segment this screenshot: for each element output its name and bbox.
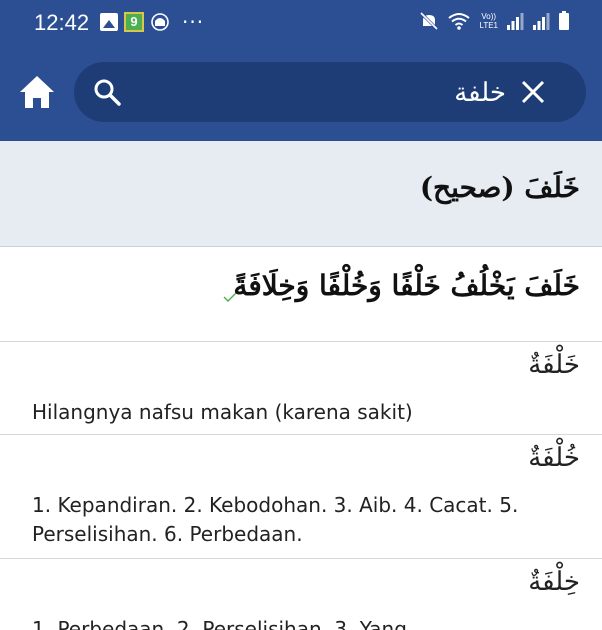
sense-word: خِلْفَةٌ: [528, 567, 580, 597]
sense-definition: 1. Kepandiran. 2. Kebodohan. 3. Aib. 4. …: [32, 493, 519, 546]
wifi-icon: [448, 13, 471, 30]
app-badge-icon: 9: [124, 12, 144, 32]
mute-icon: [420, 11, 439, 31]
status-bar: 12:42 9 ··· Vo)) LTE1: [0, 0, 602, 46]
verb-forms: خَلَفَ يَخْلُفُ خَلْفًا وَخُلْفًا وَخِلَ…: [233, 269, 580, 302]
scrollbar[interactable]: [598, 141, 602, 630]
home-icon[interactable]: [18, 74, 56, 110]
sense-definition: 1. Perbedaan. 2. Perselisihan. 3. Yang: [32, 617, 407, 630]
entry-root-label: خَلَفَ (صحيح): [419, 171, 580, 204]
search-bar: [74, 62, 586, 122]
volte-line1: Vo)): [481, 12, 497, 21]
list-item[interactable]: خَلْفَةٌ Hilangnya nafsu makan (karena s…: [0, 342, 602, 435]
more-notifications-icon: ···: [182, 10, 205, 34]
results-list[interactable]: خَلَفَ (صحيح) خَلَفَ يَخْلُفُ خَلْفًا وَ…: [0, 141, 602, 630]
volte-line2: LTE1: [479, 21, 498, 30]
volte-icon: Vo)) LTE1: [479, 12, 498, 30]
system-icons: Vo)) LTE1: [419, 11, 570, 31]
mosque-icon: [151, 13, 169, 31]
list-item[interactable]: خُلْفَةٌ 1. Kepandiran. 2. Kebodohan. 3.…: [0, 435, 602, 559]
status-time: 12:42: [34, 10, 90, 35]
app-bar: [0, 46, 602, 141]
list-item[interactable]: خِلْفَةٌ 1. Perbedaan. 2. Perselisihan. …: [0, 559, 602, 630]
signal-icon: [533, 13, 550, 30]
sense-definition: Hilangnya nafsu makan (karena sakit): [32, 400, 413, 424]
close-icon[interactable]: [520, 79, 546, 105]
search-input[interactable]: [134, 70, 508, 116]
sense-word: خُلْفَةٌ: [528, 443, 580, 473]
gallery-icon: [100, 13, 118, 31]
signal-icon: [507, 13, 524, 30]
entry-header: خَلَفَ (صحيح): [0, 141, 602, 247]
sense-word: خَلْفَةٌ: [528, 350, 580, 380]
battery-icon: [559, 11, 569, 30]
search-icon[interactable]: [92, 77, 122, 107]
entry-forms-row[interactable]: خَلَفَ يَخْلُفُ خَلْفًا وَخُلْفًا وَخِلَ…: [0, 247, 602, 342]
notification-icons: 9 ···: [100, 12, 204, 32]
